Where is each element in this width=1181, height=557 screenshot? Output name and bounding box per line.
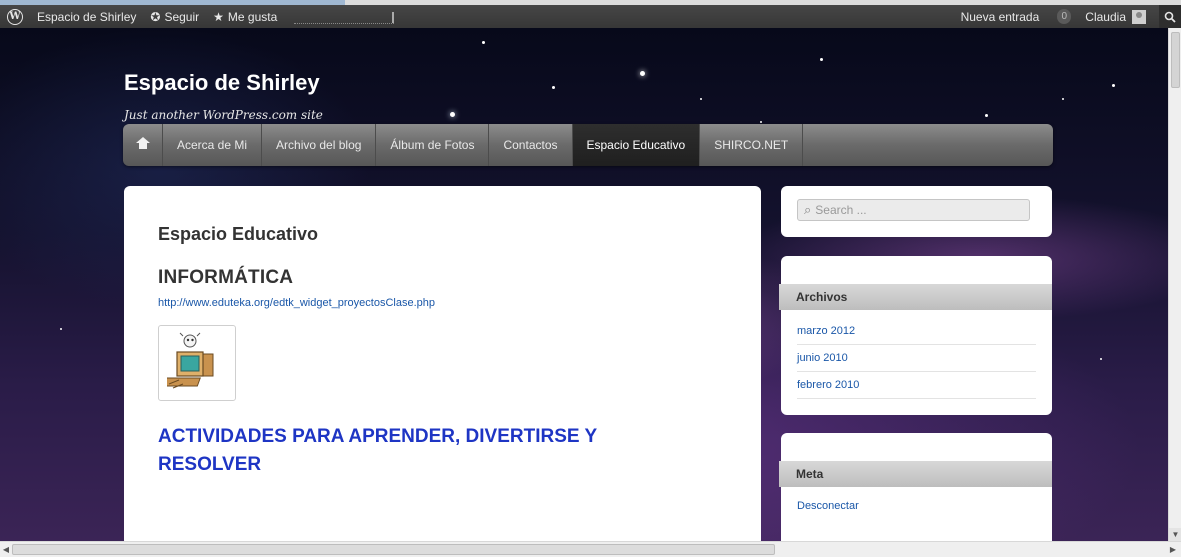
vertical-scrollbar[interactable]: ▼ xyxy=(1168,28,1181,541)
adminbar-search-input[interactable] xyxy=(294,9,395,24)
archive-link[interactable]: marzo 2012 xyxy=(797,318,1036,345)
star-decoration xyxy=(820,58,823,61)
magnifier-icon xyxy=(1164,11,1176,23)
follow-button[interactable]: ✪ Seguir xyxy=(143,5,206,28)
scroll-right-arrow-icon[interactable]: ▶ xyxy=(1167,543,1179,557)
star-decoration xyxy=(450,112,455,117)
wordpress-menu[interactable]: W xyxy=(0,5,30,28)
nav-item-album-de-fotos[interactable]: Álbum de Fotos xyxy=(376,124,490,166)
star-decoration xyxy=(640,71,645,76)
new-post-label: Nueva entrada xyxy=(960,9,1040,24)
archive-link[interactable]: junio 2010 xyxy=(797,345,1036,372)
admin-bar: W Espacio de Shirley ✪ Seguir ★ Me gusta… xyxy=(0,0,1181,28)
site-name-link[interactable]: Espacio de Shirley xyxy=(30,5,143,28)
nav-home-link[interactable] xyxy=(123,124,163,166)
adminbar-search-button[interactable] xyxy=(1159,5,1181,28)
star-icon: ★ xyxy=(213,9,224,24)
loading-progress-strip xyxy=(0,0,345,5)
search-widget: ⌕ Search ... xyxy=(781,186,1052,237)
nav-item-espacio-educativo[interactable]: Espacio Educativo xyxy=(572,124,701,166)
search-input[interactable]: ⌕ Search ... xyxy=(797,199,1030,221)
user-account-menu[interactable]: Claudia xyxy=(1078,5,1153,28)
computer-clipart-image[interactable] xyxy=(158,325,236,401)
like-label: Me gusta xyxy=(227,9,278,24)
heading-actividades[interactable]: ACTIVIDADES PARA APRENDER, DIVERTIRSE Y … xyxy=(158,423,678,479)
follow-label: Seguir xyxy=(164,9,200,24)
archives-title: Archivos xyxy=(779,284,1052,310)
main-navigation: Acerca de Mi Archivo del blog Álbum de F… xyxy=(123,124,1053,166)
archives-widget: Archivos marzo 2012 junio 2010 febrero 2… xyxy=(779,256,1052,415)
main-content: Espacio Educativo INFORMÁTICA http://www… xyxy=(124,186,761,546)
user-name: Claudia xyxy=(1085,9,1126,24)
plus-circle-icon: ✪ xyxy=(150,9,161,24)
new-post-button[interactable]: Nueva entrada xyxy=(954,5,1047,28)
nav-item-contactos[interactable]: Contactos xyxy=(489,124,573,166)
archive-link[interactable]: febrero 2010 xyxy=(797,372,1036,399)
magnifier-icon: ⌕ xyxy=(804,202,812,217)
text-caret xyxy=(392,12,395,23)
nav-item-archivo-del-blog[interactable]: Archivo del blog xyxy=(262,124,377,166)
computer-illustration-icon xyxy=(167,332,214,389)
site-title[interactable]: Espacio de Shirley xyxy=(124,70,320,96)
star-decoration xyxy=(700,98,702,100)
eduteka-link[interactable]: http://www.eduteka.org/edtk_widget_proye… xyxy=(158,297,727,309)
horizontal-scroll-thumb[interactable] xyxy=(12,544,775,555)
star-decoration xyxy=(60,328,62,330)
page-title: Espacio Educativo xyxy=(158,224,319,244)
scroll-left-arrow-icon[interactable]: ◀ xyxy=(0,543,12,557)
home-icon xyxy=(135,137,150,151)
like-button[interactable]: ★ Me gusta xyxy=(206,5,284,28)
site-name-label: Espacio de Shirley xyxy=(37,9,137,24)
star-decoration xyxy=(1100,358,1102,360)
star-decoration xyxy=(552,86,555,89)
meta-title: Meta xyxy=(779,461,1052,487)
logout-link[interactable]: Desconectar xyxy=(797,493,1036,520)
star-decoration xyxy=(1112,84,1115,87)
wordpress-logo-icon: W xyxy=(7,8,23,25)
avatar xyxy=(1132,9,1146,24)
star-decoration xyxy=(760,121,762,123)
star-decoration xyxy=(1062,98,1064,100)
vertical-scroll-thumb[interactable] xyxy=(1171,32,1180,88)
horizontal-scrollbar[interactable]: ◀ ▶ xyxy=(0,541,1181,557)
notifications-button[interactable]: 0 xyxy=(1046,5,1078,28)
star-decoration xyxy=(482,41,485,44)
search-placeholder: Search ... xyxy=(815,203,867,217)
notification-count-badge: 0 xyxy=(1057,9,1072,24)
star-decoration xyxy=(985,114,988,117)
scroll-down-arrow-icon[interactable]: ▼ xyxy=(1169,528,1181,541)
nav-item-shirco-net[interactable]: SHIRCO.NET xyxy=(700,124,804,166)
nav-item-acerca-de-mi[interactable]: Acerca de Mi xyxy=(163,124,263,166)
meta-widget: Meta Desconectar xyxy=(779,433,1052,548)
heading-informatica: INFORMÁTICA xyxy=(158,267,294,288)
site-description: Just another WordPress.com site xyxy=(124,108,323,122)
